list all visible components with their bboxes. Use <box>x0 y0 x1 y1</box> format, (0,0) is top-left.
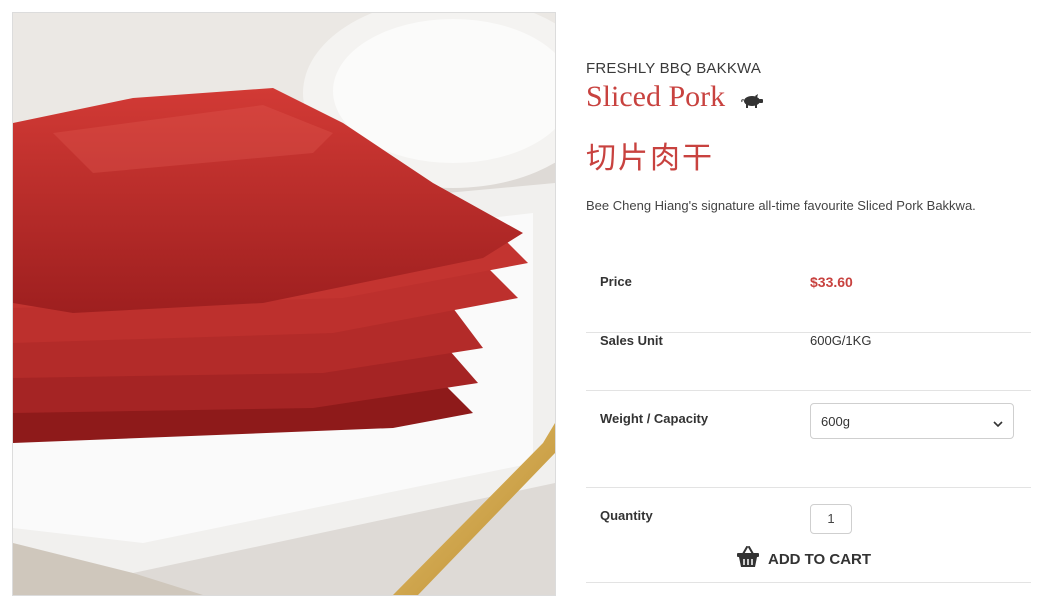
spec-row-weight: Weight / Capacity 600g <box>586 390 1031 488</box>
product-category: FRESHLY BBQ BAKKWA <box>586 60 762 77</box>
chevron-down-icon <box>993 416 1003 431</box>
bakkwa-photo <box>13 13 555 595</box>
weight-label: Weight / Capacity <box>586 390 809 488</box>
add-to-cart-button[interactable]: ADD TO CART <box>736 546 871 572</box>
product-description: Bee Cheng Hiang's signature all-time fav… <box>586 198 976 213</box>
product-name: Sliced Pork <box>586 80 726 113</box>
spec-row-price: Price $33.60 <box>586 254 1031 333</box>
weight-select[interactable]: 600g <box>810 403 1014 439</box>
basket-icon <box>736 546 760 572</box>
quantity-input[interactable]: 1 <box>810 504 852 534</box>
product-title: Sliced Pork <box>586 80 763 116</box>
sales-unit-value: 600G/1KG <box>809 332 1031 391</box>
pig-icon <box>740 82 763 116</box>
sales-unit-label: Sales Unit <box>586 332 809 391</box>
weight-select-value: 600g <box>821 414 850 429</box>
spec-table: Price $33.60 Sales Unit 600G/1KG Weight … <box>586 254 1031 583</box>
price-label: Price <box>586 254 809 333</box>
price-value: $33.60 <box>810 274 853 290</box>
product-image <box>12 12 556 596</box>
product-info: FRESHLY BBQ BAKKWA Sliced Pork 切片肉干 Bee … <box>586 0 1031 608</box>
product-name-chinese: 切片肉干 <box>586 141 714 176</box>
add-to-cart-label: ADD TO CART <box>768 550 872 568</box>
spec-row-unit: Sales Unit 600G/1KG <box>586 332 1031 391</box>
